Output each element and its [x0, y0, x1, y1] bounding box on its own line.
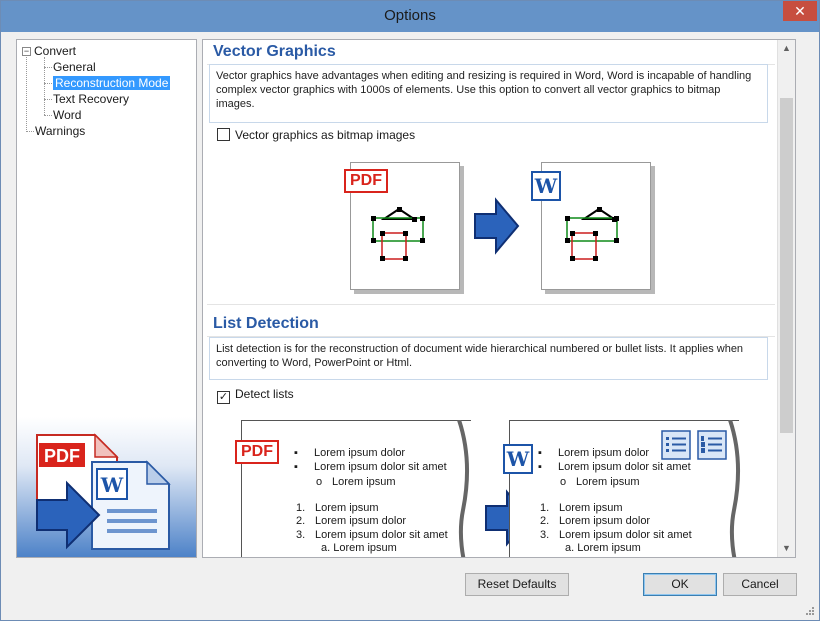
list-detection-description: List detection is for the reconstruction… [209, 337, 768, 380]
tree-connector [44, 115, 52, 116]
bullet-marker: ▪ [538, 447, 542, 459]
list-text: Lorem ipsum dolor sit amet [559, 529, 692, 541]
list-text: Lorem ipsum dolor sit amet [314, 461, 447, 473]
window-title: Options [384, 7, 436, 24]
bullet-marker: ▪ [294, 461, 298, 473]
tree-connector [26, 131, 34, 132]
cancel-button[interactable]: Cancel [723, 573, 797, 596]
list-detection-title: List Detection [213, 315, 319, 332]
list-text: Lorem ipsum dolor [315, 515, 407, 527]
page-curl-edge-icon [728, 420, 741, 557]
ok-button[interactable]: OK [643, 573, 717, 596]
number-marker: 3. [296, 529, 306, 541]
title-bar[interactable]: Options ✕ [1, 1, 819, 32]
tree-item-convert[interactable]: − Convert [22, 44, 76, 59]
list-text: Lorem ipsum dolor [314, 447, 406, 459]
vector-graphics-title: Vector Graphics [213, 43, 336, 60]
list-text: Lorem ipsum dolor sit amet [315, 529, 448, 541]
tree-item-reconstruction-mode[interactable]: Reconstruction Mode [53, 76, 171, 91]
list-text: Lorem ipsum dolor [559, 515, 651, 527]
list-text: a. Lorem ipsum [565, 542, 641, 554]
reset-defaults-button[interactable]: Reset Defaults [465, 573, 569, 596]
tree-item-text-recovery[interactable]: Text Recovery [53, 92, 129, 107]
tree-item-label: Word [53, 108, 82, 122]
sub-bullet-marker: o [560, 476, 567, 488]
tree-item-label: Convert [34, 44, 77, 58]
settings-scroll-panel[interactable]: Vector Graphics Vector graphics have adv… [202, 39, 796, 558]
word-badge: W [531, 171, 561, 201]
word-badge: W [503, 444, 533, 474]
tree-connector [26, 57, 27, 130]
sub-bullet-marker: o [316, 476, 323, 488]
tree-connector [44, 83, 52, 84]
dialog-content: − Convert General Reconstruction Mode Tex… [8, 32, 813, 563]
tree-item-word[interactable]: Word [53, 108, 81, 123]
pdf-badge: PDF [235, 440, 279, 464]
detect-lists-option[interactable]: ✓ Detect lists [217, 387, 294, 404]
bullet-marker: ▪ [294, 447, 298, 459]
resize-grip-icon[interactable] [805, 606, 815, 616]
collapse-toggle-icon[interactable]: − [22, 47, 31, 56]
tree-item-general[interactable]: General [53, 60, 96, 75]
pdf-badge: PDF [344, 169, 388, 193]
product-logo: PDF W [17, 417, 196, 557]
vector-bitmap-checkbox[interactable] [217, 128, 230, 141]
list-text: Lorem ipsum [576, 476, 640, 488]
bullet-marker: ▪ [538, 461, 542, 473]
scroll-thumb[interactable] [780, 98, 793, 433]
tree-connector [44, 57, 45, 115]
list-text: Lorem ipsum [559, 502, 623, 514]
word-list-illustration: ▪ Lorem ipsum dolor ▪ Lorem ipsum dolor … [509, 420, 741, 557]
list-style-icons [661, 430, 727, 460]
tree-item-label: Text Recovery [53, 92, 130, 106]
vector-graphics-description: Vector graphics have advantages when edi… [209, 64, 768, 123]
number-marker: 1. [540, 502, 550, 514]
detect-lists-checkbox[interactable]: ✓ [217, 391, 230, 404]
list-text: Lorem ipsum dolor [558, 447, 650, 459]
list-text: Lorem ipsum [315, 502, 379, 514]
tree-item-label: Reconstruction Mode [53, 76, 171, 90]
section-divider [207, 304, 775, 305]
number-marker: 2. [296, 515, 306, 527]
pdf-to-word-logo-icon: PDF W [36, 433, 171, 550]
number-marker: 3. [540, 529, 550, 541]
list-text: Lorem ipsum dolor sit amet [558, 461, 691, 473]
vertical-scrollbar[interactable]: ▲ ▼ [777, 40, 795, 557]
logo-word-text: W [100, 473, 124, 497]
checkbox-label: Vector graphics as bitmap images [235, 128, 416, 142]
options-tree: − Convert General Reconstruction Mode Tex… [16, 39, 197, 558]
tree-connector [44, 99, 52, 100]
page-curl-edge-icon [457, 420, 470, 557]
options-window: Options ✕ − Convert General Reconstructio… [0, 0, 820, 621]
list-text: Lorem ipsum [332, 476, 396, 488]
logo-pdf-text: PDF [44, 446, 80, 466]
scroll-down-arrow-icon[interactable]: ▼ [778, 540, 795, 557]
vector-bitmap-option[interactable]: Vector graphics as bitmap images [217, 128, 415, 144]
close-button[interactable]: ✕ [783, 1, 817, 21]
checkbox-label: Detect lists [235, 387, 294, 401]
tree-item-label: General [53, 60, 96, 74]
tree-item-warnings[interactable]: Warnings [35, 124, 85, 139]
list-text: a. Lorem ipsum [321, 542, 397, 554]
convert-arrow-icon [474, 197, 520, 255]
scroll-up-arrow-icon[interactable]: ▲ [778, 40, 795, 57]
number-marker: 2. [540, 515, 550, 527]
tree-connector [44, 67, 52, 68]
tree-item-label: Warnings [35, 124, 86, 138]
number-marker: 1. [296, 502, 306, 514]
